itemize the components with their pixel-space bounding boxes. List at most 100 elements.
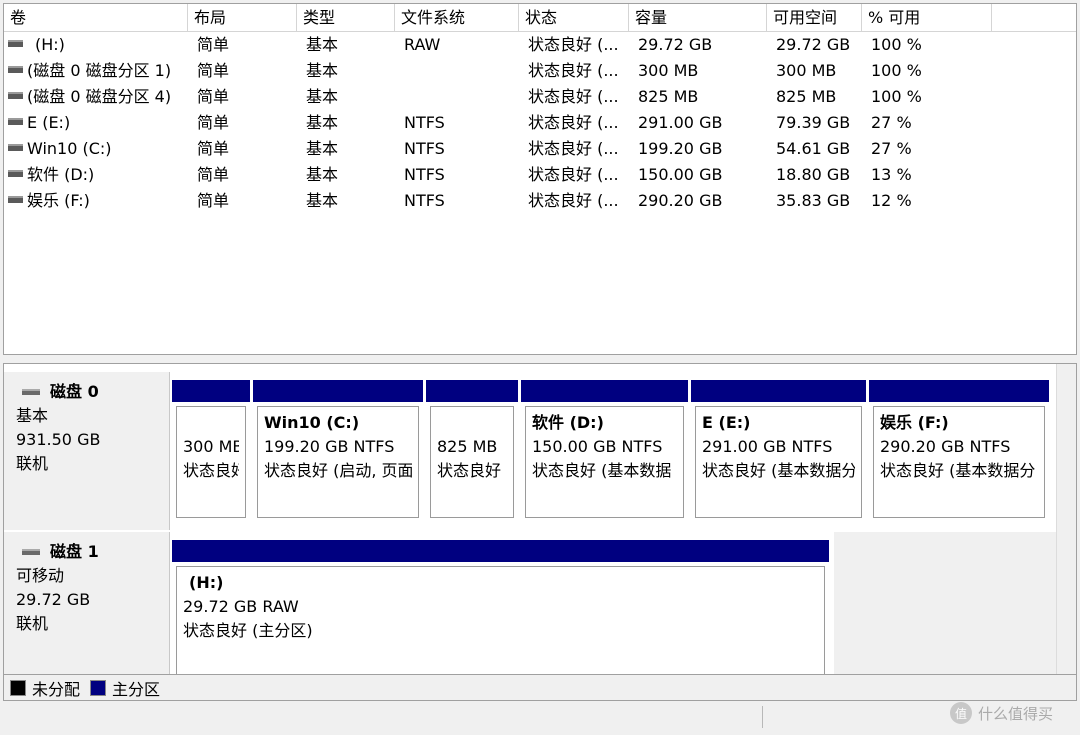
partition-disk0-c[interactable]: Win10 (C:) 199.20 GB NTFS 状态良好 (启动, 页面: [253, 380, 423, 522]
column-header-layout[interactable]: 布局: [188, 4, 297, 32]
volume-filesystem: NTFS: [404, 139, 445, 158]
primary-partition-bar: [253, 380, 423, 402]
partition-size: 199.20 GB NTFS: [264, 437, 395, 456]
volume-capacity: 150.00 GB: [638, 165, 723, 184]
table-row[interactable]: 软件 (D:) 简单 基本 NTFS 状态良好 (... 150.00 GB 1…: [4, 162, 1076, 188]
partition-box: 825 MB 状态良好: [430, 406, 514, 518]
volume-status: 状态良好 (...: [528, 113, 619, 132]
primary-partition-bar: [172, 540, 829, 562]
volume-layout: 简单: [197, 113, 230, 132]
volume-type: 基本: [306, 165, 339, 184]
partition-status: 状态良好 (主分区): [183, 621, 313, 640]
volume-list[interactable]: 卷 布局 类型 文件系统 状态 容量 可用空间 % 可用 (H:) 简单 基本 …: [3, 3, 1077, 355]
volume-icon: [8, 40, 23, 47]
column-header-capacity[interactable]: 容量: [629, 4, 767, 32]
column-header-status[interactable]: 状态: [519, 4, 629, 32]
table-row[interactable]: E (E:) 简单 基本 NTFS 状态良好 (... 291.00 GB 79…: [4, 110, 1076, 136]
disk-0-title: 磁盘 0: [50, 382, 99, 401]
primary-partition-bar: [869, 380, 1049, 402]
volume-free-space: 35.83 GB: [776, 191, 851, 210]
column-header-type[interactable]: 类型: [297, 4, 395, 32]
partition-title: E (E:): [702, 413, 751, 432]
volume-layout: 简单: [197, 191, 230, 210]
volume-icon: [8, 118, 23, 125]
disk-1-state: 联机: [16, 614, 49, 633]
volume-capacity: 291.00 GB: [638, 113, 723, 132]
partition-title: 软件 (D:): [532, 413, 604, 432]
partition-title: [183, 411, 239, 435]
partition-title: [437, 411, 507, 435]
column-header-filesystem[interactable]: 文件系统: [395, 4, 519, 32]
partition-disk1-h[interactable]: (H:) 29.72 GB RAW 状态良好 (主分区): [172, 540, 829, 674]
table-row[interactable]: (磁盘 0 磁盘分区 4) 简单 基本 状态良好 (... 825 MB 825…: [4, 84, 1076, 110]
partition-title: Win10 (C:): [264, 413, 360, 432]
volume-type: 基本: [306, 61, 339, 80]
volume-layout: 简单: [197, 61, 230, 80]
volume-status: 状态良好 (...: [528, 61, 619, 80]
partition-box: E (E:) 291.00 GB NTFS 状态良好 (基本数据分: [695, 406, 862, 518]
partition-title: (H:): [189, 573, 224, 592]
table-row[interactable]: (磁盘 0 磁盘分区 1) 简单 基本 状态良好 (... 300 MB 300…: [4, 58, 1076, 84]
partition-title: 娱乐 (F:): [880, 413, 949, 432]
pane-splitter[interactable]: [0, 355, 1080, 363]
table-row[interactable]: Win10 (C:) 简单 基本 NTFS 状态良好 (... 199.20 G…: [4, 136, 1076, 162]
volume-free-space: 18.80 GB: [776, 165, 851, 184]
unallocated-swatch: [10, 679, 26, 696]
volume-status: 状态良好 (...: [528, 139, 619, 158]
disk-0-size: 931.50 GB: [16, 430, 101, 449]
volume-percent-free: 100 %: [871, 61, 922, 80]
partition-size: 291.00 GB NTFS: [702, 437, 833, 456]
partition-status: 状态良好 (基本数据分: [702, 461, 855, 480]
volume-filesystem: [404, 84, 519, 110]
partition-status: 状态良好: [183, 461, 239, 480]
partition-size: 150.00 GB NTFS: [532, 437, 663, 456]
volume-filesystem: RAW: [404, 35, 441, 54]
volume-percent-free: 27 %: [871, 139, 912, 158]
volume-type: 基本: [306, 139, 339, 158]
primary-partition-bar: [172, 380, 250, 402]
disk-0-info[interactable]: 磁盘 0 基本 931.50 GB 联机: [4, 372, 170, 530]
volume-icon: [8, 196, 23, 203]
disk-icon: [22, 389, 40, 395]
table-row[interactable]: 娱乐 (F:) 简单 基本 NTFS 状态良好 (... 290.20 GB 3…: [4, 188, 1076, 214]
volume-layout: 简单: [197, 87, 230, 106]
primary-partition-bar: [691, 380, 866, 402]
column-header-free-space[interactable]: 可用空间: [767, 4, 862, 32]
disk-icon: [22, 549, 40, 555]
status-strip: [0, 701, 1080, 735]
volume-percent-free: 100 %: [871, 35, 922, 54]
volume-icon: [8, 144, 23, 151]
volume-list-header: 卷 布局 类型 文件系统 状态 容量 可用空间 % 可用: [4, 4, 1076, 32]
disk-1-title: 磁盘 1: [50, 542, 99, 561]
volume-free-space: 300 MB: [776, 61, 837, 80]
partition-disk0-d[interactable]: 软件 (D:) 150.00 GB NTFS 状态良好 (基本数据: [521, 380, 688, 522]
table-row[interactable]: (H:) 简单 基本 RAW 状态良好 (... 29.72 GB 29.72 …: [4, 32, 1076, 58]
column-header-percent-free[interactable]: % 可用: [862, 4, 992, 32]
partition-size: 29.72 GB RAW: [183, 597, 299, 616]
legend: 未分配 主分区: [3, 675, 1077, 701]
volume-name: (磁盘 0 磁盘分区 4): [27, 87, 172, 106]
partition-disk0-1[interactable]: 300 MB 状态良好: [172, 380, 250, 522]
volume-icon: [8, 66, 23, 73]
volume-layout: 简单: [197, 139, 230, 158]
legend-unallocated: 未分配: [10, 676, 80, 700]
volume-type: 基本: [306, 191, 339, 210]
partition-disk0-f[interactable]: 娱乐 (F:) 290.20 GB NTFS 状态良好 (基本数据分: [869, 380, 1049, 522]
partition-disk0-4[interactable]: 825 MB 状态良好: [426, 380, 518, 522]
volume-name: 软件 (D:): [27, 165, 95, 184]
disk-1-info[interactable]: 磁盘 1 可移动 29.72 GB 联机: [4, 532, 170, 674]
watermark: 值 什么值得买: [950, 702, 1053, 724]
disk-0-state: 联机: [16, 454, 49, 473]
status-divider: [762, 706, 763, 728]
column-header-volume[interactable]: 卷: [4, 4, 188, 32]
disk-1-size: 29.72 GB: [16, 590, 91, 609]
disk-map[interactable]: 磁盘 0 基本 931.50 GB 联机 300 MB 状态良好 Win10 (…: [3, 363, 1077, 675]
volume-layout: 简单: [197, 35, 230, 54]
volume-filesystem: NTFS: [404, 113, 445, 132]
partition-size: 825 MB: [437, 437, 498, 456]
legend-label: 未分配: [32, 679, 81, 699]
volume-name: (H:): [35, 35, 65, 54]
partition-disk0-e[interactable]: E (E:) 291.00 GB NTFS 状态良好 (基本数据分: [691, 380, 866, 522]
volume-status: 状态良好 (...: [528, 165, 619, 184]
disk-map-scrollbar[interactable]: [1056, 364, 1076, 674]
